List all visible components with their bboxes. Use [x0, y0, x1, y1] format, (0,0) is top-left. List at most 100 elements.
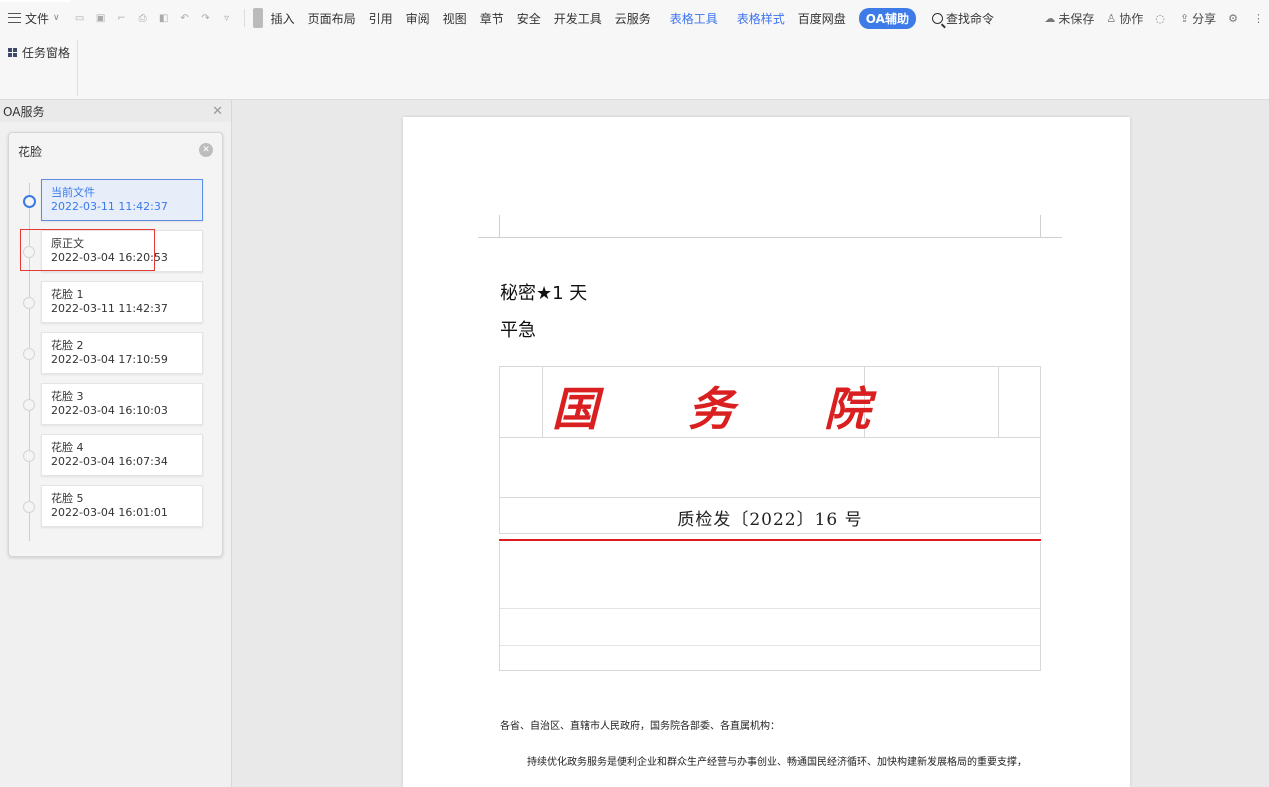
- issuer-char: 务: [688, 382, 736, 436]
- tab-baidu-netdisk[interactable]: 百度网盘: [798, 10, 846, 27]
- share-icon: ⇪: [1179, 11, 1190, 25]
- version-entry[interactable]: 花脸 5 2022-03-04 16:01:01: [41, 485, 203, 527]
- more-button[interactable]: ⋮: [1253, 12, 1267, 25]
- margin-marker: [499, 215, 500, 237]
- task-pane-label: 任务窗格: [22, 46, 71, 60]
- unsaved-status[interactable]: ☁ 未保存: [1044, 10, 1094, 27]
- version-name: 花脸 2: [51, 339, 84, 352]
- task-pane-button[interactable]: 任务窗格: [8, 44, 70, 61]
- blank-table-row[interactable]: [499, 438, 1041, 498]
- tab-table-style[interactable]: 表格样式: [737, 10, 785, 27]
- tab-page-layout[interactable]: 页面布局: [308, 10, 356, 27]
- timeline-dot: [23, 399, 35, 411]
- doc-number-row[interactable]: 质检发〔2022〕16 号: [499, 497, 1041, 534]
- body-paragraph[interactable]: 持续优化政务服务是便利企业和群众生产经营与办事创业、畅通国民经济循环、加快构建新…: [527, 753, 1027, 768]
- timeline-item[interactable]: 花脸 1 2022-03-11 11:42:37: [17, 281, 217, 325]
- redo-icon[interactable]: ↷: [198, 10, 214, 26]
- version-name: 花脸 5: [51, 492, 84, 505]
- grid-icon: [8, 48, 17, 57]
- tab-table-tools[interactable]: 表格工具: [670, 10, 718, 27]
- version-entry[interactable]: 原正文 2022-03-04 16:20:53: [41, 230, 203, 272]
- menubar: 文件 ∨ ▭ ▣ ⌐ ⎙ ◧ ↶ ↷ ▿ 插入 页面布局 引用 审阅 视图 章节…: [0, 0, 1269, 36]
- margin-marker: [1040, 215, 1041, 237]
- settings-button[interactable]: ⚙: [1228, 12, 1241, 25]
- version-time: 2022-03-11 11:42:37: [51, 200, 168, 213]
- new-icon[interactable]: ▭: [72, 10, 88, 26]
- timeline-item[interactable]: 花脸 2 2022-03-04 17:10:59: [17, 332, 217, 376]
- version-time: 2022-03-04 16:01:01: [51, 506, 168, 519]
- quick-access-toolbar: ▭ ▣ ⌐ ⎙ ◧ ↶ ↷ ▿: [72, 10, 240, 26]
- share-button[interactable]: ⇪ 分享: [1180, 10, 1216, 27]
- timeline-item[interactable]: 花脸 4 2022-03-04 16:07:34: [17, 434, 217, 478]
- share-label: 分享: [1192, 11, 1217, 26]
- close-icon[interactable]: ✕: [199, 143, 213, 157]
- table-cell-border: [998, 367, 999, 437]
- timeline-dot: [23, 195, 36, 208]
- doc-number-text: 质检发〔2022〕16 号: [677, 510, 863, 530]
- format-painter-icon[interactable]: ⌐: [114, 10, 130, 26]
- chevron-down-icon: ∨: [53, 13, 60, 23]
- customize-dropdown-icon[interactable]: ▿: [219, 10, 235, 26]
- separator: [243, 9, 245, 27]
- version-card: 花脸 ✕ 当前文件 2022-03-11 11:42:37 原正文 2022-0…: [8, 132, 223, 557]
- version-entry[interactable]: 花脸 3 2022-03-04 16:10:03: [41, 383, 203, 425]
- comment-icon: ◌: [1155, 11, 1165, 25]
- tab-oa-assistant[interactable]: OA辅助: [858, 7, 916, 29]
- version-time: 2022-03-04 16:10:03: [51, 404, 168, 417]
- command-search[interactable]: 查找命令: [931, 10, 994, 27]
- tab-review[interactable]: 审阅: [406, 10, 430, 27]
- person-icon: ♙: [1106, 11, 1117, 25]
- hamburger-icon: [8, 13, 21, 23]
- file-menu-button[interactable]: 文件 ∨: [0, 6, 60, 30]
- tab-developer[interactable]: 开发工具: [554, 10, 602, 27]
- file-menu-label: 文件: [25, 11, 50, 26]
- timeline-item[interactable]: 花脸 5 2022-03-04 16:01:01: [17, 485, 217, 529]
- tab-insert[interactable]: 插入: [271, 10, 295, 27]
- comment-button[interactable]: ◌: [1155, 12, 1168, 25]
- tab-view[interactable]: 视图: [443, 10, 467, 27]
- timeline-dot: [23, 348, 35, 360]
- margin-marker: [478, 237, 1062, 238]
- print-icon[interactable]: ⎙: [135, 10, 151, 26]
- cloud-icon: ☁: [1044, 11, 1056, 25]
- version-entry[interactable]: 当前文件 2022-03-11 11:42:37: [41, 179, 203, 221]
- close-icon[interactable]: ✕: [212, 104, 223, 119]
- document-page[interactable]: 秘密★1 天 平急 国 务 院 质检发〔2022〕16 号 各省、自治区、直辖市…: [403, 117, 1130, 787]
- save-icon[interactable]: ▣: [93, 10, 109, 26]
- issuer-table-row[interactable]: 国 务 院: [499, 366, 1041, 438]
- undo-icon[interactable]: ↶: [177, 10, 193, 26]
- menubar-accent: [0, 0, 70, 2]
- version-entry[interactable]: 花脸 4 2022-03-04 16:07:34: [41, 434, 203, 476]
- timeline-item[interactable]: 花脸 3 2022-03-04 16:10:03: [17, 383, 217, 427]
- oa-side-panel: OA服务 ✕ 花脸 ✕ 当前文件 2022-03-11 11:42:37 原正文…: [0, 100, 232, 787]
- issuer-name: 国 务 院: [552, 373, 872, 439]
- tab-references[interactable]: 引用: [369, 10, 393, 27]
- timeline-dot: [23, 450, 35, 462]
- tab-cloud-service[interactable]: 云服务: [615, 10, 651, 27]
- ribbon-panel: 任务窗格: [0, 36, 1269, 100]
- ribbon-collapse-handle[interactable]: [252, 8, 263, 28]
- version-name: 花脸 1: [51, 288, 84, 301]
- timeline-dot: [23, 297, 35, 309]
- version-entry[interactable]: 花脸 1 2022-03-11 11:42:37: [41, 281, 203, 323]
- version-name: 当前文件: [51, 186, 95, 199]
- timeline-dot: [23, 246, 35, 258]
- version-name: 花脸 4: [51, 441, 84, 454]
- tab-chapter[interactable]: 章节: [480, 10, 504, 27]
- version-entry[interactable]: 花脸 2 2022-03-04 17:10:59: [41, 332, 203, 374]
- table-lower-rows[interactable]: [499, 542, 1041, 671]
- urgency-text[interactable]: 平急: [500, 316, 536, 342]
- unsaved-label: 未保存: [1058, 11, 1095, 26]
- addressee-text[interactable]: 各省、自治区、直辖市人民政府，国务院各部委、各直属机构：: [500, 717, 780, 732]
- issuer-char: 国: [552, 382, 600, 436]
- timeline-item[interactable]: 原正文 2022-03-04 16:20:53: [17, 230, 217, 274]
- version-card-title: 花脸: [18, 145, 43, 159]
- print-preview-icon[interactable]: ◧: [156, 10, 172, 26]
- tab-security[interactable]: 安全: [517, 10, 541, 27]
- table-row-line: [500, 645, 1040, 646]
- secret-level-text[interactable]: 秘密★1 天: [500, 279, 587, 305]
- collaborate-button[interactable]: ♙ 协作: [1106, 10, 1143, 27]
- separator: [77, 40, 78, 96]
- timeline-item[interactable]: 当前文件 2022-03-11 11:42:37: [17, 179, 217, 223]
- search-icon: [931, 12, 943, 24]
